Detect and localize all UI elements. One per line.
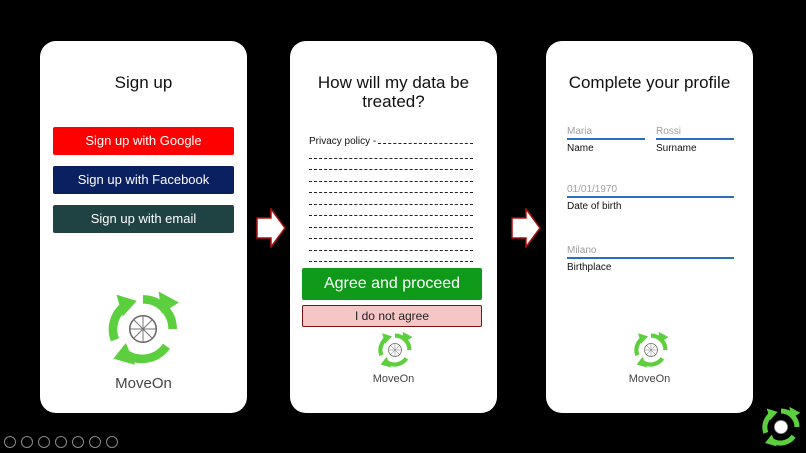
privacy-title-line-1: How will my data be — [317, 73, 470, 92]
privacy-title: How will my data be treated? — [290, 73, 497, 111]
signup-brand-name: MoveOn — [115, 375, 172, 392]
birthplace-field[interactable]: Milano Birthplace — [567, 244, 734, 273]
signup-card: Sign up Sign up with Google Sign up with… — [40, 41, 247, 413]
agree-button[interactable]: Agree and proceed — [302, 268, 482, 300]
previous-icon[interactable] — [4, 436, 16, 448]
surname-field[interactable]: Rossi Surname — [656, 125, 734, 154]
signup-facebook-button[interactable]: Sign up with Facebook — [53, 166, 234, 194]
privacy-brand-name: MoveOn — [372, 373, 415, 385]
name-label: Name — [567, 143, 594, 154]
next-icon[interactable] — [21, 436, 33, 448]
privacy-title-line-2: treated? — [362, 92, 425, 111]
disagree-button[interactable]: I do not agree — [302, 305, 482, 327]
more-options-icon[interactable] — [106, 436, 118, 448]
subtitles-icon[interactable] — [89, 436, 101, 448]
name-placeholder: Maria — [567, 126, 593, 137]
pen-icon[interactable] — [38, 436, 50, 448]
privacy-card: How will my data be treated? Privacy pol… — [290, 41, 497, 413]
dob-field[interactable]: 01/01/1970 Date of birth — [567, 183, 734, 212]
surname-placeholder: Rossi — [656, 126, 682, 137]
moveon-logo-icon — [378, 331, 413, 368]
next-arrow-icon — [511, 208, 541, 248]
signup-google-button[interactable]: Sign up with Google — [53, 127, 234, 155]
dob-label: Date of birth — [567, 201, 622, 212]
name-field[interactable]: Maria Name — [567, 125, 645, 154]
signup-email-button[interactable]: Sign up with email — [53, 205, 234, 233]
slides-icon[interactable] — [55, 436, 67, 448]
profile-title: Complete your profile — [568, 73, 731, 92]
slideshow-controls — [4, 436, 118, 448]
profile-brand-name: MoveOn — [628, 373, 671, 385]
birthplace-placeholder: Milano — [567, 245, 597, 256]
dob-placeholder: 01/01/1970 — [567, 184, 618, 195]
moveon-logo-icon — [108, 291, 179, 365]
corner-moveon-logo-icon — [762, 406, 801, 447]
birthplace-label: Birthplace — [567, 262, 612, 273]
profile-card: Complete your profile Maria Name Rossi S… — [546, 41, 753, 413]
privacy-policy-text[interactable]: Privacy policy - — [309, 135, 473, 274]
privacy-policy-label: Privacy policy - — [309, 136, 377, 147]
signup-title: Sign up — [114, 73, 173, 92]
next-arrow-icon — [256, 208, 286, 248]
zoom-icon[interactable] — [72, 436, 84, 448]
moveon-logo-icon — [634, 331, 669, 368]
surname-label: Surname — [656, 143, 697, 154]
